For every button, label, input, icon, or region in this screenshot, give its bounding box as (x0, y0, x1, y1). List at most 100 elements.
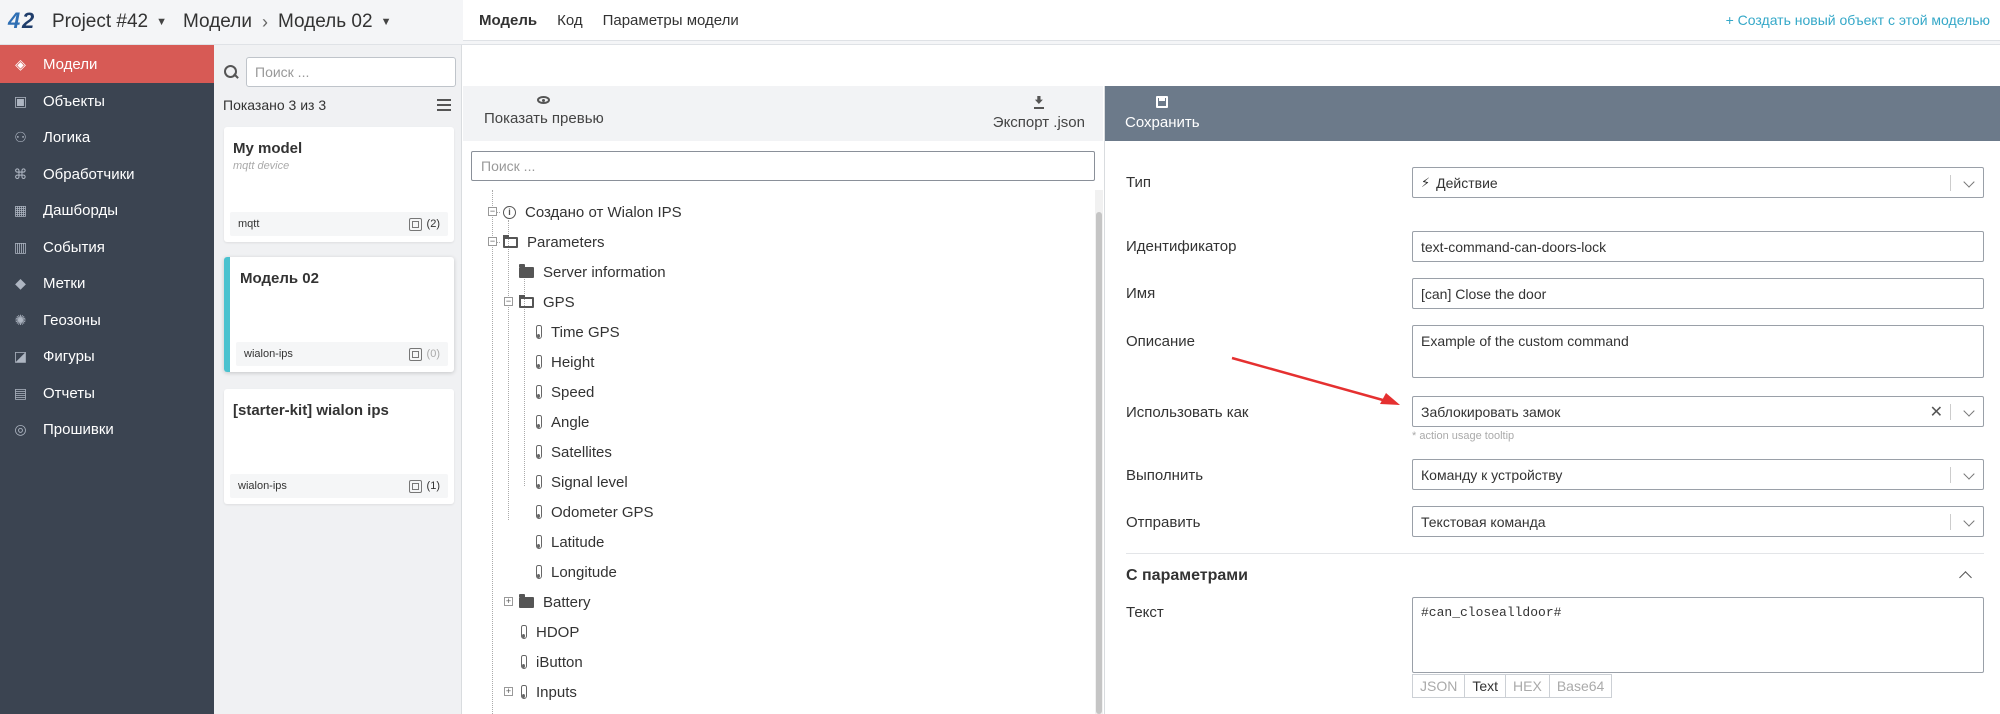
tree-node-parameters[interactable]: Parameters (503, 227, 605, 257)
model-card-title: My model (233, 140, 303, 157)
chevron-down-icon (1963, 468, 1975, 480)
model-tabs: Модель Код Параметры модели + Создать но… (463, 0, 2000, 41)
text-command-textarea[interactable]: #can_closealldoor# (1412, 597, 1984, 673)
tree-node-odometer[interactable]: Odometer GPS (536, 497, 654, 527)
sidebar-item-models[interactable]: ◈ Модели (0, 45, 214, 83)
breadcrumb-current-model[interactable]: Модель 02 ▼ (278, 11, 392, 33)
params-section-title: С параметрами (1126, 567, 1248, 584)
tab-code[interactable]: Код (557, 12, 583, 29)
save-button[interactable]: Сохранить (1125, 96, 1200, 131)
model-card[interactable]: My model mqtt device mqtt (2) (224, 127, 454, 242)
model-search-input[interactable] (246, 57, 456, 87)
name-field[interactable]: [can] Close the door (1412, 278, 1984, 309)
tree-node-longitude[interactable]: Longitude (536, 557, 617, 587)
chevron-up-icon[interactable] (1959, 571, 1972, 584)
tree-node-label: HDOP (536, 623, 580, 641)
tree-scrollbar[interactable] (1095, 190, 1103, 714)
tree-node-label: Inputs (536, 683, 577, 701)
tree-toggle[interactable]: + (504, 597, 513, 606)
tab-model[interactable]: Модель (479, 12, 537, 29)
sidebar-item-events[interactable]: ▥ События (0, 229, 214, 266)
tree-node-speed[interactable]: Speed (536, 377, 594, 407)
tree-toggle[interactable]: − (504, 297, 513, 306)
tree-node-satellites[interactable]: Satellites (536, 437, 612, 467)
tab-model-parameters[interactable]: Параметры модели (603, 12, 739, 29)
eye-icon (537, 96, 551, 104)
app-logo[interactable]: 42 (6, 8, 40, 34)
tree-node-label: Signal level (551, 473, 628, 491)
tree-node-angle[interactable]: Angle (536, 407, 589, 437)
format-tab-json[interactable]: JSON (1412, 674, 1466, 698)
name-label: Имя (1126, 285, 1156, 302)
parameters-tree: − i Создано от Wialon IPS − Parameters Se… (463, 190, 1103, 714)
close-icon[interactable]: ✕ (1930, 402, 1943, 422)
objects-count-icon (408, 347, 422, 361)
tree-toggle[interactable]: − (488, 237, 497, 246)
thermometer-icon (536, 385, 542, 399)
create-object-link[interactable]: + Создать новый объект с этой моделью (1726, 12, 1990, 28)
sidebar-item-shapes[interactable]: ◪ Фигуры (0, 339, 214, 376)
sidebar-item-dashboards[interactable]: ▦ Дашборды (0, 193, 214, 230)
filter-settings-icon[interactable] (437, 99, 451, 111)
identifier-label: Идентификатор (1126, 238, 1237, 255)
format-tab-text[interactable]: Text (1464, 674, 1507, 698)
sidebar-item-logic[interactable]: ⚇ Логика (0, 120, 214, 157)
annotation-arrow (1231, 356, 1400, 405)
sidebar-item-handlers[interactable]: ⌘ Обработчики (0, 156, 214, 193)
format-tab-base64[interactable]: Base64 (1548, 674, 1613, 698)
model-card-selected[interactable]: Модель 02 wialon-ips (0) (224, 257, 454, 372)
tree-node-server-info[interactable]: Server information (519, 257, 666, 287)
tree-node-latitude[interactable]: Latitude (536, 527, 604, 557)
thermometer-icon (536, 505, 542, 519)
thermometer-icon (521, 685, 527, 699)
text-command-value: #can_closealldoor# (1421, 605, 1562, 620)
tree-toggle[interactable]: + (504, 687, 513, 696)
search-icon (224, 65, 238, 79)
project-selector[interactable]: Project #42 ▼ (52, 11, 167, 33)
identifier-field[interactable]: text-command-can-doors-lock (1412, 231, 1984, 262)
thermometer-icon (536, 565, 542, 579)
sidebar-item-label: Логика (43, 129, 91, 147)
tree-node-battery[interactable]: Battery (519, 587, 591, 617)
export-json-button[interactable]: Экспорт .json (993, 96, 1085, 131)
type-select[interactable]: ⚡ Действие (1412, 167, 1984, 198)
tree-node-inputs[interactable]: Inputs (521, 677, 577, 707)
sidebar: ◈ Модели ▣ Объекты ⚇ Логика ⌘ Обработчики ▦ Д… (0, 45, 214, 714)
description-label: Описание (1126, 333, 1196, 350)
tree-node-gps[interactable]: GPS (519, 287, 575, 317)
tree-node-label: GPS (543, 293, 575, 311)
name-value: [can] Close the door (1421, 285, 1547, 302)
model-card-type: mqtt (238, 218, 260, 230)
sidebar-item-objects[interactable]: ▣ Объекты (0, 83, 214, 120)
tree-node-created[interactable]: i Создано от Wialon IPS (503, 197, 682, 227)
sidebar-item-tags[interactable]: ◆ Метки (0, 266, 214, 303)
breadcrumb-models[interactable]: Модели (183, 11, 252, 33)
use-as-select[interactable]: Заблокировать замок ✕ (1412, 396, 1984, 427)
tree-node-height[interactable]: Height (536, 347, 594, 377)
thermometer-icon (536, 445, 542, 459)
model-card-count: (0) (426, 348, 440, 360)
send-select[interactable]: Текстовая команда (1412, 506, 1984, 537)
tree-toggle[interactable]: − (488, 207, 497, 216)
thermometer-icon (536, 325, 542, 339)
type-label: Тип (1126, 174, 1152, 191)
tree-node-label: iButton (536, 653, 583, 671)
description-textarea[interactable]: Example of the custom command (1412, 325, 1984, 378)
sidebar-item-firmware[interactable]: ◎ Прошивки (0, 412, 214, 449)
caret-down-icon: ▼ (380, 16, 392, 28)
breadcrumb-models-label: Модели (183, 11, 252, 32)
format-tabs: JSON Text HEX Base64 (1412, 674, 1613, 698)
type-value: Действие (1436, 174, 1498, 191)
tree-node-hdop[interactable]: HDOP (521, 617, 579, 647)
tree-node-ibutton[interactable]: iButton (521, 647, 583, 677)
tree-node-signal-level[interactable]: Signal level (536, 467, 628, 497)
model-card[interactable]: [starter-kit] wialon ips wialon-ips (1) (224, 389, 454, 504)
show-preview-button[interactable]: Показать превью (484, 96, 604, 127)
sidebar-item-reports[interactable]: ▤ Отчеты (0, 375, 214, 412)
sidebar-item-geozones[interactable]: ✺ Геозоны (0, 302, 214, 339)
model-card-type: wialon-ips (244, 348, 293, 360)
execute-select[interactable]: Команду к устройству (1412, 459, 1984, 490)
tree-search-input[interactable] (471, 151, 1095, 181)
format-tab-hex[interactable]: HEX (1505, 674, 1550, 698)
tree-node-time-gps[interactable]: Time GPS (536, 317, 620, 347)
